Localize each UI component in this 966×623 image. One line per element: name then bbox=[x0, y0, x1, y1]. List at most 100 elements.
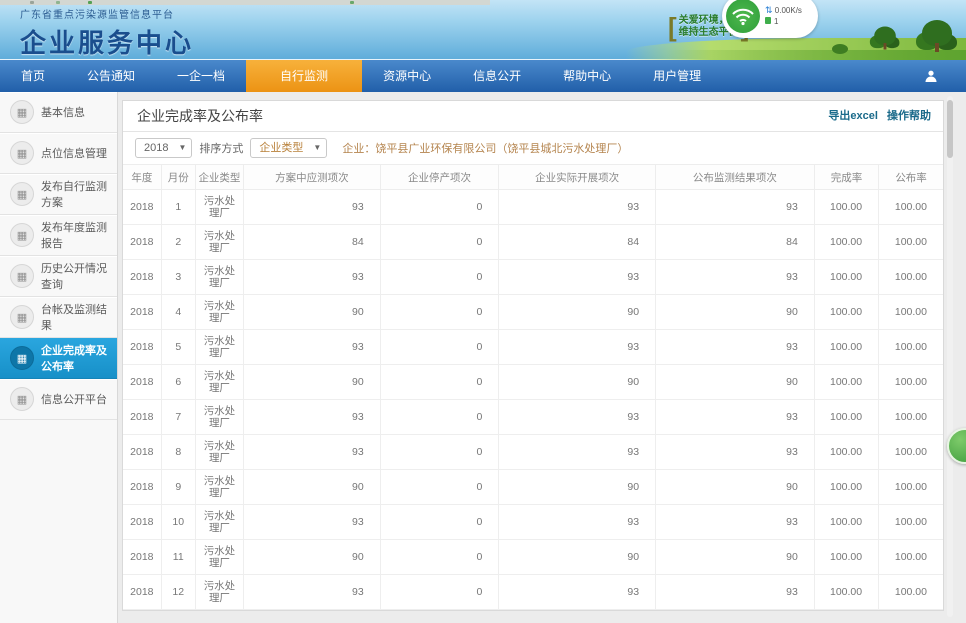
table-cell: 90 bbox=[244, 365, 381, 400]
table-cell: 90 bbox=[499, 470, 656, 505]
table-cell: 90 bbox=[499, 540, 656, 575]
column-header: 月份 bbox=[161, 165, 195, 190]
grid-icon: ▦ bbox=[10, 100, 34, 124]
column-header: 方案中应测项次 bbox=[244, 165, 381, 190]
table-cell: 93 bbox=[244, 435, 381, 470]
table-row: 201810污水处理厂9309393100.00100.00 bbox=[123, 505, 943, 540]
table-row: 20184污水处理厂9009090100.00100.00 bbox=[123, 295, 943, 330]
banner-bush bbox=[832, 44, 848, 54]
table-cell: 0 bbox=[380, 540, 499, 575]
table-cell: 2018 bbox=[123, 505, 161, 540]
table-cell: 0 bbox=[380, 190, 499, 225]
table-cell: 93 bbox=[656, 435, 815, 470]
disk-icon bbox=[765, 17, 771, 24]
nav-item-announcements[interactable]: 公告通知 bbox=[66, 60, 156, 92]
table-cell: 90 bbox=[244, 295, 381, 330]
sidebar-item-point-info[interactable]: ▦ 点位信息管理 bbox=[0, 133, 117, 174]
browser-dot bbox=[350, 1, 354, 4]
export-excel-link[interactable]: 导出excel bbox=[828, 110, 878, 122]
table-cell: 100.00 bbox=[879, 505, 943, 540]
browser-remnant-strip bbox=[0, 0, 490, 5]
table-cell: 93 bbox=[244, 400, 381, 435]
table-cell: 100.00 bbox=[814, 400, 878, 435]
nav-item-home[interactable]: 首页 bbox=[0, 60, 66, 92]
updown-arrows-icon: ⇅ bbox=[765, 5, 773, 15]
table-cell: 0 bbox=[380, 365, 499, 400]
table-row: 20181污水处理厂9309393100.00100.00 bbox=[123, 190, 943, 225]
table-row: 20188污水处理厂9309393100.00100.00 bbox=[123, 435, 943, 470]
sidebar-item-label: 信息公开平台 bbox=[41, 391, 107, 407]
table-cell: 93 bbox=[499, 260, 656, 295]
table-cell: 93 bbox=[656, 575, 815, 610]
table-cell: 2 bbox=[161, 225, 195, 260]
table-cell: 5 bbox=[161, 330, 195, 365]
enterprise-type-select[interactable]: 企业类型 ▼ bbox=[250, 138, 327, 158]
banner-tree bbox=[874, 26, 896, 49]
table-cell: 100.00 bbox=[879, 260, 943, 295]
sidebar-item-history-query[interactable]: ▦ 历史公开情况查询 bbox=[0, 256, 117, 297]
column-header: 企业停产项次 bbox=[380, 165, 499, 190]
nav-item-resource-center[interactable]: 资源中心 bbox=[362, 60, 452, 92]
sidebar-item-label: 企业完成率及公布率 bbox=[41, 342, 117, 374]
nav-item-info-disclosure[interactable]: 信息公开 bbox=[452, 60, 542, 92]
table-cell: 12 bbox=[161, 575, 195, 610]
table-cell: 100.00 bbox=[879, 330, 943, 365]
network-monitor-widget[interactable]: ⇅ 0.00K/s 1 bbox=[722, 0, 818, 38]
vertical-scrollbar[interactable] bbox=[947, 96, 953, 617]
nav-item-enterprise-archive[interactable]: 一企一档 bbox=[156, 60, 246, 92]
grid-icon: ▦ bbox=[10, 182, 34, 206]
sidebar-item-annual-report[interactable]: ▦ 发布年度监测报告 bbox=[0, 215, 117, 256]
table-cell: 100.00 bbox=[814, 365, 878, 400]
table-cell: 污水处理厂 bbox=[195, 505, 243, 540]
table-cell: 84 bbox=[499, 225, 656, 260]
table-cell: 100.00 bbox=[879, 365, 943, 400]
type-select-value: 企业类型 bbox=[259, 139, 303, 157]
browser-dot bbox=[56, 1, 60, 4]
sidebar-item-label: 发布自行监测方案 bbox=[41, 178, 117, 210]
table-cell: 2018 bbox=[123, 470, 161, 505]
sidebar-item-completion-rate[interactable]: ▦ 企业完成率及公布率 bbox=[0, 338, 117, 379]
table-cell: 7 bbox=[161, 400, 195, 435]
table-cell: 93 bbox=[499, 505, 656, 540]
table-cell: 90 bbox=[244, 470, 381, 505]
sidebar-item-basic-info[interactable]: ▦ 基本信息 bbox=[0, 92, 117, 133]
table-cell: 90 bbox=[499, 365, 656, 400]
table-cell: 100.00 bbox=[814, 190, 878, 225]
nav-item-self-monitoring[interactable]: 自行监测 bbox=[246, 60, 362, 92]
table-cell: 0 bbox=[380, 470, 499, 505]
table-cell: 93 bbox=[656, 505, 815, 540]
sort-label: 排序方式 bbox=[199, 140, 243, 156]
nav-item-help-center[interactable]: 帮助中心 bbox=[542, 60, 632, 92]
table-cell: 90 bbox=[656, 295, 815, 330]
site-title: 企业服务中心 bbox=[20, 23, 194, 60]
table-cell: 2018 bbox=[123, 365, 161, 400]
company-label: 企业：饶平县广业环保有限公司（饶平县城北污水处理厂） bbox=[342, 140, 628, 156]
table-cell: 污水处理厂 bbox=[195, 575, 243, 610]
chevron-down-icon: ▼ bbox=[178, 139, 186, 157]
table-cell: 100.00 bbox=[879, 575, 943, 610]
eco-banner: [ 关爱环境， 维持生态平衡 ] ⇅ 0.00K/s 1 bbox=[626, 0, 966, 60]
table-cell: 2018 bbox=[123, 400, 161, 435]
scrollbar-thumb[interactable] bbox=[947, 100, 953, 158]
table-cell: 0 bbox=[380, 435, 499, 470]
table-cell: 100.00 bbox=[814, 225, 878, 260]
table-cell: 100.00 bbox=[879, 295, 943, 330]
page-title: 企业完成率及公布率 bbox=[137, 108, 263, 124]
nav-item-user-management[interactable]: 用户管理 bbox=[632, 60, 722, 92]
table-header-row: 年度月份企业类型方案中应测项次企业停产项次企业实际开展项次公布监测结果项次完成率… bbox=[123, 165, 943, 190]
table-cell: 100.00 bbox=[814, 540, 878, 575]
table-cell: 100.00 bbox=[879, 190, 943, 225]
year-select[interactable]: 2018 ▼ bbox=[135, 138, 192, 158]
table-cell: 1 bbox=[161, 190, 195, 225]
table-cell: 污水处理厂 bbox=[195, 260, 243, 295]
sidebar-item-disclosure-platform[interactable]: ▦ 信息公开平台 bbox=[0, 379, 117, 420]
sidebar-item-publish-monitor-plan[interactable]: ▦ 发布自行监测方案 bbox=[0, 174, 117, 215]
sidebar-item-ledger-results[interactable]: ▦ 台帐及监测结果 bbox=[0, 297, 117, 338]
user-icon[interactable] bbox=[924, 60, 938, 92]
table-cell: 9 bbox=[161, 470, 195, 505]
table-cell: 2018 bbox=[123, 540, 161, 575]
sidebar-item-label: 台帐及监测结果 bbox=[41, 301, 117, 333]
help-link[interactable]: 操作帮助 bbox=[887, 110, 931, 122]
table-cell: 2018 bbox=[123, 190, 161, 225]
table-cell: 100.00 bbox=[879, 470, 943, 505]
